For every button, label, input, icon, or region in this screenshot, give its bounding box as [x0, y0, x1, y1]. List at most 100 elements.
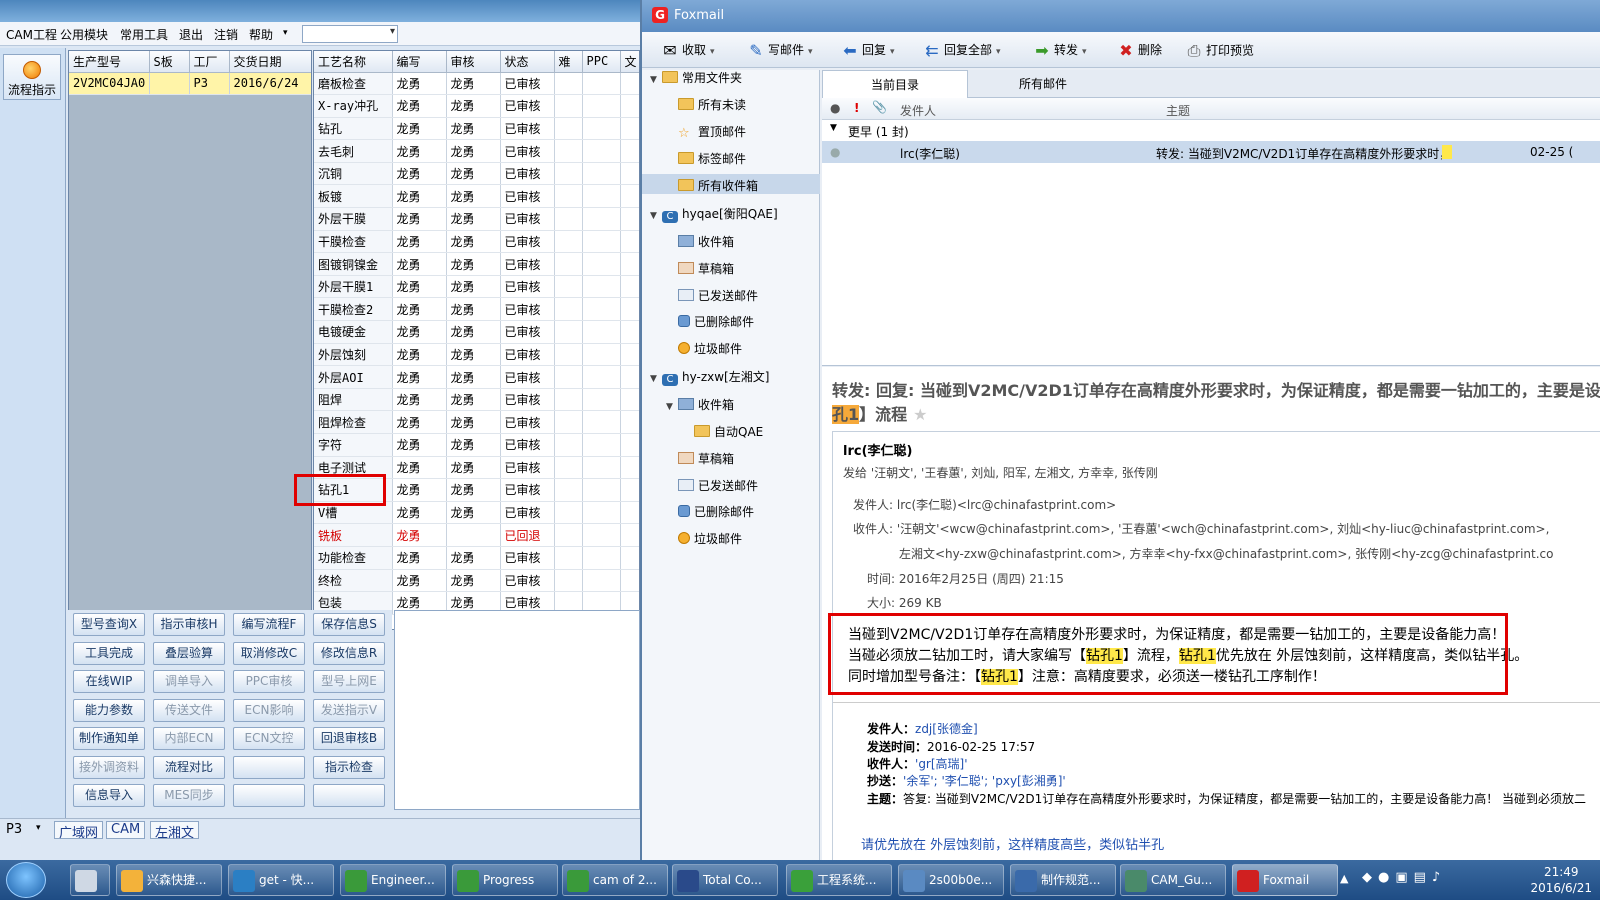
table-row[interactable]: 外层干膜1 龙勇 龙勇 已审核 [314, 275, 639, 299]
status-tab-cam[interactable]: CAM [106, 821, 146, 839]
tree-folder[interactable]: 自动QAE [642, 420, 820, 440]
menu-tools[interactable]: 常用工具 [120, 26, 168, 43]
cell-status[interactable]: 已审核 [500, 410, 555, 434]
cell-process-name[interactable]: 图镀铜镍金 [314, 252, 393, 276]
tree-group[interactable]: ▼ Chy-zxw[左湘文] [642, 365, 820, 386]
cell-author[interactable]: 龙勇 [392, 501, 447, 525]
cell-doc[interactable] [620, 388, 639, 412]
taskbar-item[interactable]: cam of 2... [562, 864, 668, 896]
cell-process-name[interactable]: 外层AOI [314, 365, 393, 389]
cell-doc[interactable] [620, 117, 639, 141]
menu-logout[interactable]: 注销 [214, 26, 238, 43]
flow-indicator-button[interactable]: 流程指示 [3, 54, 61, 100]
menu-exit[interactable]: 退出 [179, 26, 203, 43]
taskbar-item[interactable]: 工程系统... [786, 864, 892, 896]
cell-difficulty[interactable] [554, 207, 583, 231]
action-button[interactable]: 型号上网E [313, 670, 385, 693]
cell-difficulty[interactable] [554, 523, 583, 547]
cell-doc[interactable] [620, 72, 639, 96]
action-button[interactable]: 信息导入 [73, 784, 145, 807]
cell-status[interactable]: 已审核 [500, 569, 555, 593]
star-icon[interactable]: ★ [913, 405, 927, 424]
action-button[interactable]: 发送指示V [313, 698, 385, 722]
cell-ppc[interactable] [582, 320, 621, 344]
cell-reviewer[interactable]: 龙勇 [446, 72, 501, 96]
cell-status[interactable]: 已审核 [500, 230, 555, 254]
cell-difficulty[interactable] [554, 275, 583, 299]
table-row[interactable]: 板镀 龙勇 龙勇 已审核 [314, 184, 639, 209]
cell-reviewer[interactable]: 龙勇 [446, 365, 501, 389]
cell-ppc[interactable] [582, 162, 621, 186]
table-row[interactable]: 2V2MC04JA0 P3 2016/6/24 [69, 72, 311, 96]
cell-reviewer[interactable]: 龙勇 [446, 546, 501, 570]
tree-folder[interactable]: 标签邮件 [642, 147, 820, 167]
cell-process-name[interactable]: 干膜检查 [314, 230, 393, 254]
cell-doc[interactable] [620, 365, 639, 389]
cell-ppc[interactable] [582, 94, 621, 118]
cell-ppc[interactable] [582, 297, 621, 322]
cell-process-name[interactable]: 铣板 [314, 523, 393, 547]
col-model[interactable]: 生产型号 [69, 51, 150, 73]
cell-doc[interactable] [620, 569, 639, 593]
cell-ppc[interactable] [582, 343, 621, 367]
collapse-icon[interactable]: ▼ [830, 123, 837, 133]
cell-reviewer[interactable]: 龙勇 [446, 388, 501, 412]
cell-process-name[interactable]: 阻焊检查 [314, 410, 393, 434]
cell-doc[interactable] [620, 207, 639, 231]
tree-group[interactable]: ▼ 常用文件夹 [642, 66, 820, 86]
col-delivery-date[interactable]: 交货日期 [229, 51, 311, 73]
receive-button[interactable]: ✉ 收取 ▾ [660, 41, 714, 60]
mail-list-item[interactable]: ● lrc(李仁聪) 转发: 当碰到V2MC/V2D1订单存在高精度外形要求时，… [822, 141, 1600, 163]
cell-difficulty[interactable] [554, 433, 583, 457]
col-ppc[interactable]: PPC [582, 51, 621, 73]
expand-icon[interactable]: ▼ [650, 75, 662, 85]
cell-status[interactable]: 已审核 [500, 162, 555, 186]
cell-doc[interactable] [620, 162, 639, 186]
cell-doc[interactable] [620, 456, 639, 480]
action-button[interactable]: 叠层验算 [153, 641, 225, 665]
cell-status[interactable]: 已审核 [500, 297, 555, 322]
status-combo[interactable]: P3 [6, 822, 22, 837]
cell-ppc[interactable] [582, 117, 621, 141]
cell-ppc[interactable] [582, 139, 621, 163]
taskbar-item[interactable]: Total Co... [672, 864, 778, 896]
status-combo-arrow-icon[interactable]: ▾ [36, 823, 41, 833]
col-sender[interactable]: 发件人 [900, 102, 936, 119]
cell-author[interactable]: 龙勇 [392, 523, 447, 547]
cell-status[interactable]: 已审核 [500, 478, 555, 502]
cell-author[interactable]: 龙勇 [392, 252, 447, 276]
table-row[interactable]: 图镀铜镍金 龙勇 龙勇 已审核 [314, 252, 639, 276]
taskbar-item[interactable]: Progress [452, 864, 558, 896]
table-row[interactable]: 电镀硬金 龙勇 龙勇 已审核 [314, 320, 639, 344]
cell-difficulty[interactable] [554, 388, 583, 412]
cell-author[interactable]: 龙勇 [392, 365, 447, 389]
cell-status[interactable]: 已审核 [500, 139, 555, 163]
action-button[interactable]: ECN影响 [233, 698, 305, 722]
attachment-icon[interactable]: 📎 [872, 100, 887, 114]
cell-author[interactable]: 龙勇 [392, 184, 447, 209]
col-process-name[interactable]: 工艺名称 [314, 51, 393, 73]
expand-icon[interactable]: ▼ [650, 211, 662, 221]
cell-doc[interactable] [620, 546, 639, 570]
cell-difficulty[interactable] [554, 252, 583, 276]
cell-ppc[interactable] [582, 365, 621, 389]
action-button[interactable]: 调单导入 [153, 670, 225, 693]
cell-status[interactable]: 已审核 [500, 546, 555, 570]
tree-folder[interactable]: ☆ 置顶邮件 [642, 120, 820, 141]
cell-ppc[interactable] [582, 478, 621, 502]
action-button[interactable]: 保存信息S [313, 613, 385, 636]
action-button[interactable]: 指示检查 [313, 755, 385, 779]
action-button[interactable]: 型号查询X [73, 613, 145, 636]
cell-reviewer[interactable]: 龙勇 [446, 117, 501, 141]
cell-reviewer[interactable]: 龙勇 [446, 569, 501, 593]
table-row[interactable]: 铣板 龙勇 已回退 [314, 523, 639, 547]
mail-group-header[interactable]: ▼ 更早 (1 封) [822, 120, 1600, 141]
cell-ppc[interactable] [582, 275, 621, 299]
cell-ppc[interactable] [582, 546, 621, 570]
tree-group[interactable]: ▼ Chyqae[衡阳QAE] [642, 202, 820, 223]
delete-button[interactable]: ✖ 删除 [1116, 41, 1162, 60]
cell-process-name[interactable]: X-ray冲孔 [314, 94, 393, 118]
forward-button[interactable]: ➡ 转发 ▾ [1032, 41, 1086, 60]
cell-difficulty[interactable] [554, 478, 583, 502]
cell-reviewer[interactable]: 龙勇 [446, 162, 501, 186]
